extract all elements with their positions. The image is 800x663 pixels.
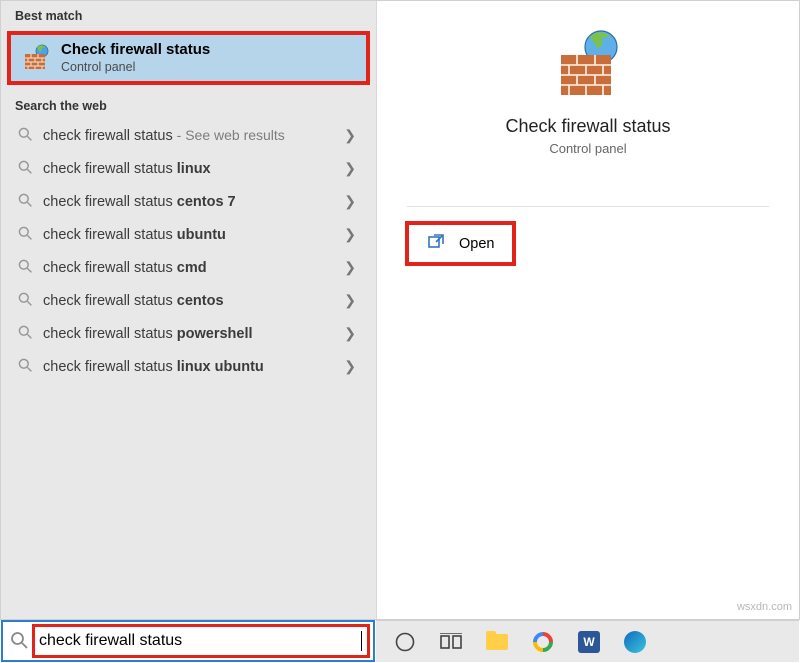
word-icon[interactable]: W — [578, 631, 600, 653]
search-results-pane: Best match Check firewall s — [1, 1, 377, 619]
details-title: Check firewall status — [505, 116, 670, 137]
web-result-text: check firewall status linux — [43, 160, 334, 177]
search-input[interactable] — [39, 632, 363, 650]
web-result-item[interactable]: check firewall status linux ❯ — [7, 152, 370, 185]
search-icon — [17, 225, 33, 244]
file-explorer-icon[interactable] — [486, 631, 508, 653]
web-result-item[interactable]: check firewall status powershell ❯ — [7, 317, 370, 350]
web-result-item[interactable]: check firewall status linux ubuntu ❯ — [7, 350, 370, 383]
web-result-prefix: check firewall status — [43, 326, 177, 342]
web-result-item[interactable]: check firewall status centos ❯ — [7, 284, 370, 317]
search-icon — [17, 324, 33, 343]
chrome-icon[interactable] — [532, 631, 554, 653]
open-label: Open — [459, 236, 494, 252]
chevron-right-icon: ❯ — [344, 226, 360, 243]
web-result-text: check firewall status powershell — [43, 325, 334, 342]
web-result-text: check firewall status - See web results — [43, 127, 334, 144]
search-icon — [9, 630, 29, 653]
text-cursor — [361, 631, 362, 651]
search-web-header: Search the web — [1, 91, 376, 119]
web-result-suffix: - See web results — [173, 127, 285, 143]
web-result-bold: cmd — [177, 260, 207, 276]
web-result-item[interactable]: check firewall status ubuntu ❯ — [7, 218, 370, 251]
web-result-text: check firewall status cmd — [43, 259, 334, 276]
firewall-icon — [21, 43, 51, 73]
cortana-icon[interactable] — [394, 631, 416, 653]
search-icon — [17, 159, 33, 178]
web-result-prefix: check firewall status — [43, 161, 177, 177]
task-view-icon[interactable] — [440, 631, 462, 653]
web-result-prefix: check firewall status — [43, 293, 177, 309]
search-icon — [17, 357, 33, 376]
web-result-item[interactable]: check firewall status centos 7 ❯ — [7, 185, 370, 218]
web-result-bold: centos 7 — [177, 194, 236, 210]
chevron-right-icon: ❯ — [344, 127, 360, 144]
web-result-prefix: check firewall status — [43, 194, 177, 210]
web-result-prefix: check firewall status — [43, 128, 173, 144]
web-result-text: check firewall status centos — [43, 292, 334, 309]
firewall-icon-large — [553, 29, 623, 104]
web-result-prefix: check firewall status — [43, 260, 177, 276]
taskbar: W — [376, 620, 799, 662]
web-result-prefix: check firewall status — [43, 227, 177, 243]
web-result-text: check firewall status centos 7 — [43, 193, 334, 210]
search-bar[interactable] — [1, 620, 375, 662]
search-icon — [17, 126, 33, 145]
web-result-prefix: check firewall status — [43, 359, 177, 375]
search-icon — [17, 192, 33, 211]
web-result-bold: ubuntu — [177, 227, 226, 243]
chevron-right-icon: ❯ — [344, 259, 360, 276]
web-result-item[interactable]: check firewall status - See web results ❯ — [7, 119, 370, 152]
chevron-right-icon: ❯ — [344, 193, 360, 210]
chevron-right-icon: ❯ — [344, 292, 360, 309]
open-icon — [427, 233, 445, 254]
web-result-bold: linux — [177, 161, 211, 177]
edge-icon[interactable] — [624, 631, 646, 653]
chevron-right-icon: ❯ — [344, 358, 360, 375]
search-icon — [17, 291, 33, 310]
best-match-header: Best match — [1, 1, 376, 29]
details-pane: Check firewall status Control panel Open — [377, 1, 799, 619]
web-result-item[interactable]: check firewall status cmd ❯ — [7, 251, 370, 284]
web-result-text: check firewall status ubuntu — [43, 226, 334, 243]
chevron-right-icon: ❯ — [344, 160, 360, 177]
best-match-subtitle: Control panel — [61, 60, 210, 76]
web-result-bold: centos — [177, 293, 224, 309]
watermark: wsxdn.com — [737, 601, 792, 613]
best-match-item[interactable]: Check firewall status Control panel — [9, 33, 368, 83]
web-result-bold: powershell — [177, 326, 253, 342]
web-result-text: check firewall status linux ubuntu — [43, 358, 334, 375]
search-icon — [17, 258, 33, 277]
divider — [407, 206, 770, 207]
chevron-right-icon: ❯ — [344, 325, 360, 342]
open-action[interactable]: Open — [409, 225, 512, 262]
best-match-title: Check firewall status — [61, 41, 210, 60]
details-subtitle: Control panel — [549, 141, 626, 156]
web-result-bold: linux ubuntu — [177, 359, 264, 375]
